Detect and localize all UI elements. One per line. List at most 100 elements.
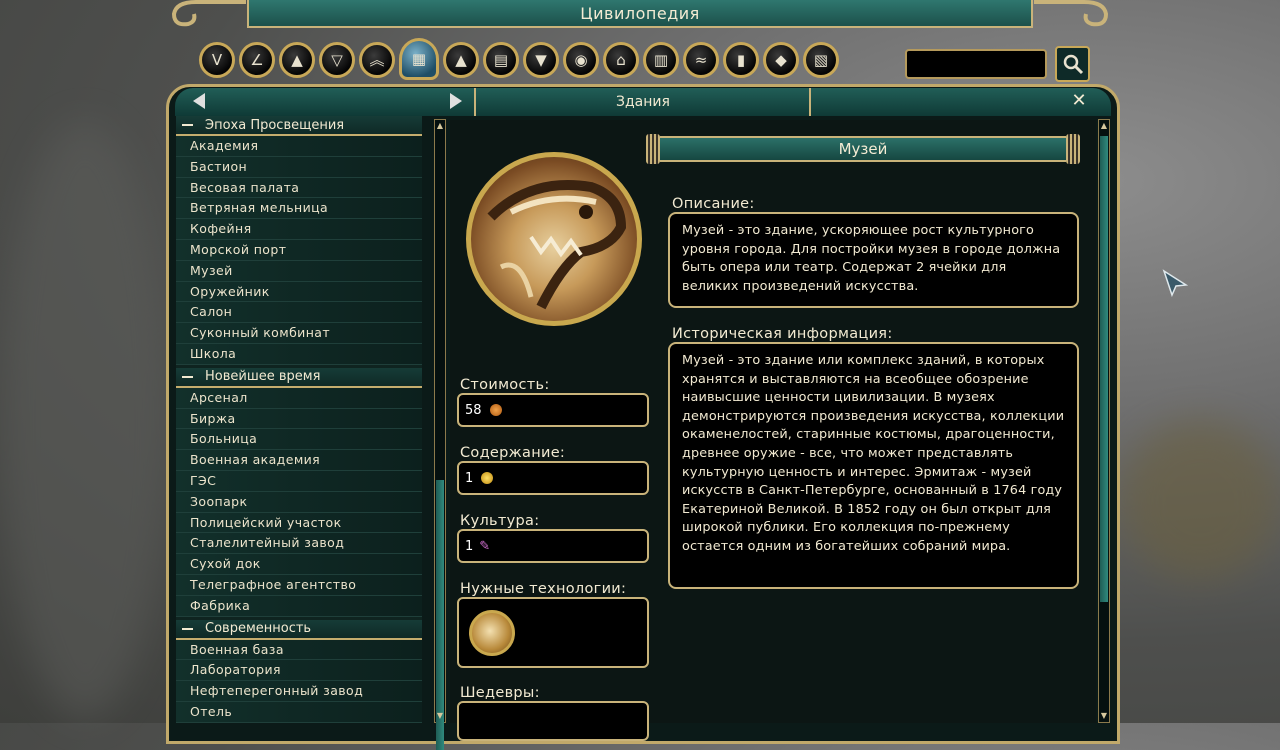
v-icon: V [211, 50, 223, 69]
resource-icon: ◆ [775, 50, 787, 69]
category-chevrons-button[interactable]: ︽ [359, 42, 395, 78]
scroll-icon: ▤ [493, 50, 509, 69]
list-item[interactable]: Академия [176, 136, 422, 157]
upkeep-value: 1 [465, 470, 474, 486]
description-text: Музей - это здание, ускоряющее рост куль… [668, 212, 1079, 308]
list-item[interactable]: Суконный комбинат [176, 323, 422, 344]
close-button[interactable]: ✕ [1068, 90, 1090, 112]
section-title: Здания [616, 94, 670, 110]
back-arrow-icon[interactable] [193, 93, 205, 109]
list-item[interactable]: Военная база [176, 639, 422, 661]
era-name: Новейшее время [205, 369, 321, 385]
title-scroll-right-ornament [1034, 0, 1109, 27]
list-item[interactable]: ГЭС [176, 470, 422, 492]
collapse-icon[interactable] [182, 375, 193, 378]
list-item[interactable]: Нефтеперегонный завод [176, 681, 422, 702]
museum-portrait [466, 152, 642, 326]
dinosaur-skeleton-icon [487, 180, 627, 310]
era-header[interactable]: Новейшее время [176, 367, 422, 388]
category-pennant-button[interactable]: ▽ [319, 42, 355, 78]
category-towers-button[interactable]: ▮ [723, 42, 759, 78]
history-text: Музей - это здание или комплекс зданий, … [668, 342, 1079, 589]
list-item[interactable]: Музей [176, 260, 422, 282]
towers-icon: ▮ [736, 50, 746, 69]
category-toolbar: V ∠ ▲ ▽ ︽ ▦ ▲ ▤ ▼ ◉ ⌂ ▥ ≈ ▮ ◆ ▧ [199, 38, 839, 82]
list-item[interactable]: Морской порт [176, 239, 422, 261]
window-title: Цивилопедия [247, 0, 1033, 28]
category-globe-button[interactable]: ◉ [563, 42, 599, 78]
list-item[interactable]: Школа [176, 343, 422, 365]
list-item[interactable]: Фабрика [176, 595, 422, 617]
list-item[interactable]: Полицейский участок [176, 512, 422, 534]
production-icon [489, 404, 502, 416]
list-item[interactable]: Салон [176, 302, 422, 324]
list-item[interactable]: Бастион [176, 156, 422, 178]
category-resource-button[interactable]: ◆ [763, 42, 799, 78]
culture-label: Культура: [460, 513, 540, 529]
building-name-banner: Музей [646, 134, 1080, 164]
list-item[interactable]: Весовая палата [176, 177, 422, 199]
category-scroll-button[interactable]: ▤ [483, 42, 519, 78]
upkeep-label: Содержание: [460, 445, 566, 461]
list-scrollbar[interactable]: ▲ ▼ [434, 119, 446, 750]
list-item[interactable]: Зоопарк [176, 491, 422, 513]
category-map-button[interactable]: ▧ [803, 42, 839, 78]
city-icon: ▥ [653, 50, 669, 69]
collapse-icon[interactable] [182, 124, 193, 126]
search-input[interactable] [905, 49, 1047, 79]
background-cloud [1120, 420, 1280, 580]
list-item[interactable]: Отель [176, 701, 422, 723]
category-compass-button[interactable]: ∠ [239, 42, 275, 78]
map-icon: ▧ [813, 50, 829, 69]
scroll-thumb[interactable] [436, 480, 444, 750]
collapse-icon[interactable] [182, 627, 193, 630]
tech-field [457, 597, 649, 668]
era-name: Современность [205, 621, 312, 637]
scroll-up-icon[interactable]: ▲ [1099, 121, 1109, 131]
pennant-icon: ▽ [331, 50, 343, 69]
building-list: Эпоха Просвещения Академия Бастион Весовая … [176, 116, 422, 723]
tech-label: Нужные технологии: [460, 581, 627, 597]
category-triangle-button[interactable]: ▲ [279, 42, 315, 78]
wonders-field [457, 701, 649, 741]
detail-scrollbar[interactable]: ▲ ▼ [1098, 119, 1110, 723]
list-item[interactable]: Кофейня [176, 219, 422, 240]
upkeep-field: 1 [457, 461, 649, 495]
era-name: Эпоха Просвещения [205, 117, 345, 133]
triangle-icon: ▲ [291, 50, 303, 69]
category-policy-button[interactable]: ▼ [523, 42, 559, 78]
list-item[interactable]: Арсенал [176, 387, 422, 409]
scroll-down-icon[interactable]: ▼ [435, 711, 445, 721]
gold-icon [481, 472, 494, 484]
list-item[interactable]: Биржа [176, 408, 422, 430]
list-item[interactable]: Оружейник [176, 281, 422, 303]
category-pyramid-button[interactable]: ▲ [443, 42, 479, 78]
scroll-thumb[interactable] [1100, 136, 1108, 602]
category-v-button[interactable]: V [199, 42, 235, 78]
category-handshake-button[interactable]: ≈ [683, 42, 719, 78]
list-item[interactable]: Сталелитейный завод [176, 533, 422, 555]
scroll-up-icon[interactable]: ▲ [435, 121, 445, 131]
forward-arrow-icon[interactable] [450, 93, 462, 109]
era-header[interactable]: Эпоха Просвещения [176, 116, 422, 136]
compass-icon: ∠ [250, 50, 264, 69]
list-item[interactable]: Телеграфное агентство [176, 574, 422, 596]
description-label: Описание: [672, 196, 755, 212]
category-city-button[interactable]: ▥ [643, 42, 679, 78]
archaeology-tech-icon[interactable] [469, 609, 515, 656]
era-header[interactable]: Современность [176, 619, 422, 640]
list-item[interactable]: Больница [176, 429, 422, 451]
scroll-down-icon[interactable]: ▼ [1099, 711, 1109, 721]
list-item[interactable]: Военная академия [176, 450, 422, 471]
search-button[interactable] [1055, 46, 1090, 82]
handshake-icon: ≈ [694, 50, 708, 69]
building-name: Музей [838, 140, 888, 158]
culture-value: 1 [465, 538, 474, 554]
list-item[interactable]: Ветряная мельница [176, 198, 422, 220]
list-item[interactable]: Сухой док [176, 554, 422, 575]
list-item[interactable]: Лаборатория [176, 660, 422, 682]
pyramid-icon: ▲ [455, 50, 467, 69]
category-building-button[interactable]: ▦ [399, 38, 439, 80]
cost-value: 58 [465, 402, 482, 418]
category-capitol-button[interactable]: ⌂ [603, 42, 639, 78]
